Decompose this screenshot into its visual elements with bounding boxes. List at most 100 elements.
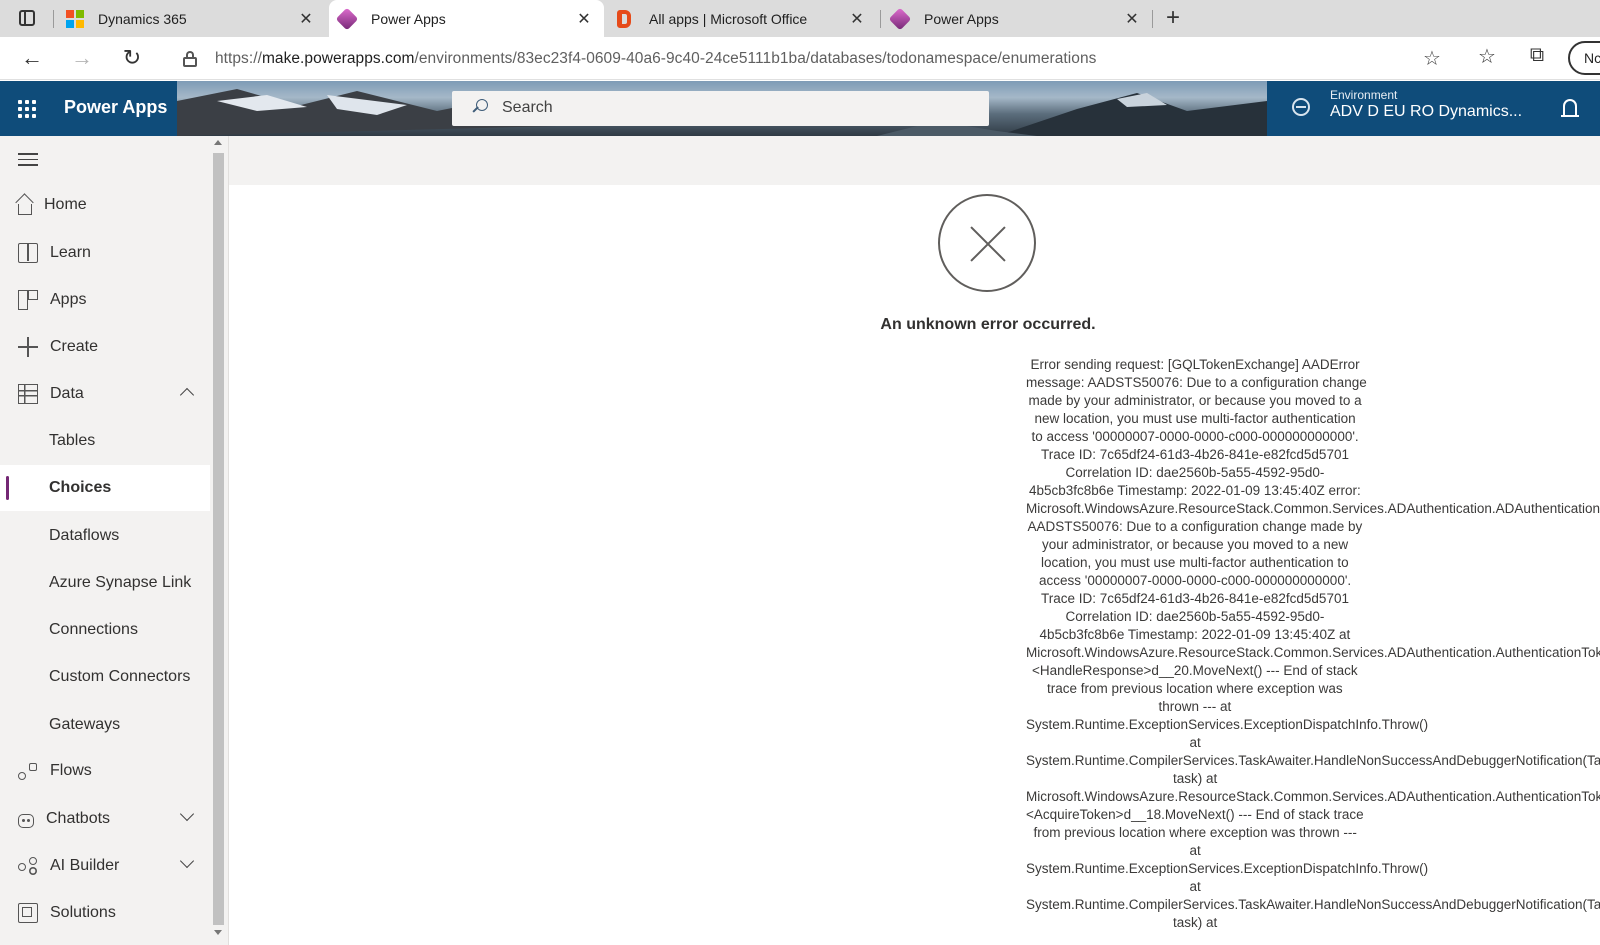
error-message-line: task) at (1173, 915, 1218, 930)
left-navigation: Home Learn Apps Create Data Tables Choic… (0, 136, 229, 945)
hamburger-menu-icon[interactable] (18, 153, 38, 167)
error-message-line: <AcquireToken>d__18.MoveNext() --- End o… (1026, 807, 1364, 822)
tab-separator (1152, 10, 1153, 28)
power-apps-icon (888, 7, 912, 30)
error-message-line: thrown --- at (1158, 699, 1232, 714)
error-message-line: Error sending request: [GQLTokenExchange… (1030, 357, 1360, 372)
book-icon (18, 243, 38, 263)
error-message-line: at (1189, 879, 1201, 894)
scroll-down-icon[interactable] (214, 930, 222, 935)
tab-dynamics-365[interactable]: Dynamics 365 ✕ (56, 0, 326, 37)
waffle-icon (18, 100, 36, 118)
chevron-up-icon[interactable] (179, 387, 195, 403)
error-message-line: message: AADSTS50076: Due to a configura… (1026, 375, 1367, 390)
sidebar-item-create[interactable]: Create (0, 324, 210, 370)
error-message-line: System.Runtime.CompilerServices.TaskAwai… (1026, 753, 1600, 768)
favorites-icon[interactable]: ☆ (1474, 44, 1500, 69)
search-icon (472, 99, 488, 115)
command-bar (229, 136, 1600, 185)
error-message-line: Microsoft.WindowsAzure.ResourceStack.Com… (1026, 645, 1600, 660)
tab-power-apps-active[interactable]: Power Apps ✕ (329, 0, 604, 37)
sidebar-item-apps[interactable]: Apps (0, 277, 210, 323)
error-message-line: your administrator, or because you moved… (1042, 537, 1349, 552)
back-button[interactable]: ← (18, 45, 46, 73)
sidebar-item-label: AI Builder (50, 857, 120, 874)
tab-office-apps[interactable]: All apps | Microsoft Office ✕ (607, 0, 877, 37)
profile-button[interactable]: Nc (1568, 41, 1600, 75)
sidebar-item-chatbots[interactable]: Chatbots (0, 796, 210, 842)
address-bar[interactable]: https://make.powerapps.com/environments/… (165, 41, 1450, 77)
sidebar-item-choices[interactable]: Choices (0, 465, 210, 511)
error-message-line: System.Runtime.ExceptionServices.Excepti… (1026, 861, 1429, 876)
environment-picker[interactable]: ADV D EU RO Dynamics... (1330, 103, 1522, 121)
close-tab-icon[interactable]: ✕ (296, 9, 316, 29)
forward-button[interactable]: → (68, 45, 96, 73)
chevron-down-icon[interactable] (179, 853, 195, 869)
error-message-line: Trace ID: 7c65df24-61d3-4b26-841e-e82fcd… (1041, 447, 1349, 462)
app-launcher-button[interactable] (0, 81, 54, 136)
error-message-line: location, you must use multi-factor auth… (1041, 555, 1349, 570)
home-icon (18, 203, 32, 215)
url-text[interactable]: https://make.powerapps.com/environments/… (215, 50, 1096, 68)
error-message-line: new location, you must use multi-factor … (1034, 411, 1356, 426)
sidebar-item-learn[interactable]: Learn (0, 230, 210, 276)
close-tab-icon[interactable]: ✕ (1122, 9, 1142, 29)
sidebar-item-connections[interactable]: Connections (0, 607, 210, 653)
collections-icon[interactable]: ⧉ (1524, 44, 1550, 67)
sidebar-item-gateways[interactable]: Gateways (0, 702, 210, 748)
add-favorite-icon[interactable]: ☆ (1423, 46, 1441, 71)
sidebar-item-azure-synapse-link[interactable]: Azure Synapse Link (0, 560, 210, 606)
browser-toolbar: ← → ↻ https://make.powerapps.com/environ… (0, 37, 1600, 80)
environment-label: Environment (1330, 88, 1398, 102)
sidebar-item-home[interactable]: Home (0, 182, 210, 228)
plus-icon (18, 337, 38, 357)
sidebar-item-tables[interactable]: Tables (0, 418, 210, 464)
error-message-line: <HandleResponse>d__20.MoveNext() --- End… (1032, 663, 1358, 678)
tab-power-apps[interactable]: Power Apps ✕ (882, 0, 1152, 37)
apps-icon (18, 290, 38, 310)
environment-icon[interactable] (1292, 98, 1310, 116)
sidebar-item-label: Learn (50, 244, 91, 261)
sidebar-item-label: Chatbots (46, 810, 111, 827)
sidebar-item-data[interactable]: Data (0, 371, 210, 417)
main-content: An unknown error occurred. Error sending… (229, 136, 1600, 945)
error-message-line: at (1189, 843, 1201, 858)
search-placeholder: Search (502, 99, 553, 116)
sidebar-scrollbar[interactable] (210, 136, 227, 945)
refresh-button[interactable]: ↻ (118, 45, 146, 73)
flow-icon (18, 761, 38, 781)
error-message-line: Correlation ID: dae2560b-5a55-4592-95d0- (1065, 465, 1325, 480)
chevron-down-icon[interactable] (179, 806, 195, 822)
error-message-line: access '00000007-0000-0000-c000-00000000… (1039, 573, 1352, 588)
scrollbar-thumb[interactable] (213, 153, 224, 925)
close-tab-icon[interactable]: ✕ (847, 9, 867, 29)
new-tab-button[interactable]: + (1160, 6, 1186, 32)
app-name[interactable]: Power Apps (64, 97, 167, 118)
tab-actions-icon[interactable] (12, 8, 42, 30)
sidebar-item-label: Home (44, 196, 87, 213)
error-message-line: 4b5cb3fc8b6e Timestamp: 2022-01-09 13:45… (1029, 483, 1361, 498)
sidebar-item-label: Connections (49, 621, 138, 638)
search-input[interactable]: Search (452, 91, 989, 126)
tab-separator (53, 10, 54, 28)
error-message-line: 4b5cb3fc8b6e Timestamp: 2022-01-09 13:45… (1039, 627, 1351, 642)
sidebar-item-dataflows[interactable]: Dataflows (0, 513, 210, 559)
microsoft-logo-icon (66, 9, 84, 28)
lock-icon[interactable] (183, 51, 197, 67)
sidebar-item-solutions[interactable]: Solutions (0, 890, 210, 936)
sidebar-item-ai-builder[interactable]: AI Builder (0, 843, 210, 889)
sidebar-item-label: Gateways (49, 716, 121, 733)
table-icon (18, 384, 38, 404)
close-tab-icon[interactable]: ✕ (574, 9, 594, 29)
sidebar-item-label: Solutions (50, 904, 116, 921)
tab-title: All apps | Microsoft Office (649, 10, 808, 27)
sidebar-item-flows[interactable]: Flows (0, 748, 210, 794)
scroll-up-icon[interactable] (214, 140, 222, 145)
notifications-icon[interactable] (1561, 99, 1579, 117)
sidebar-item-label: Apps (50, 291, 87, 308)
error-message-line: Microsoft.WindowsAzure.ResourceStack.Com… (1026, 789, 1600, 804)
sidebar-item-custom-connectors[interactable]: Custom Connectors (0, 654, 210, 700)
sidebar-item-label: Custom Connectors (49, 668, 191, 685)
sidebar-item-label: Dataflows (49, 527, 120, 544)
sidebar-item-label: Flows (50, 762, 92, 779)
